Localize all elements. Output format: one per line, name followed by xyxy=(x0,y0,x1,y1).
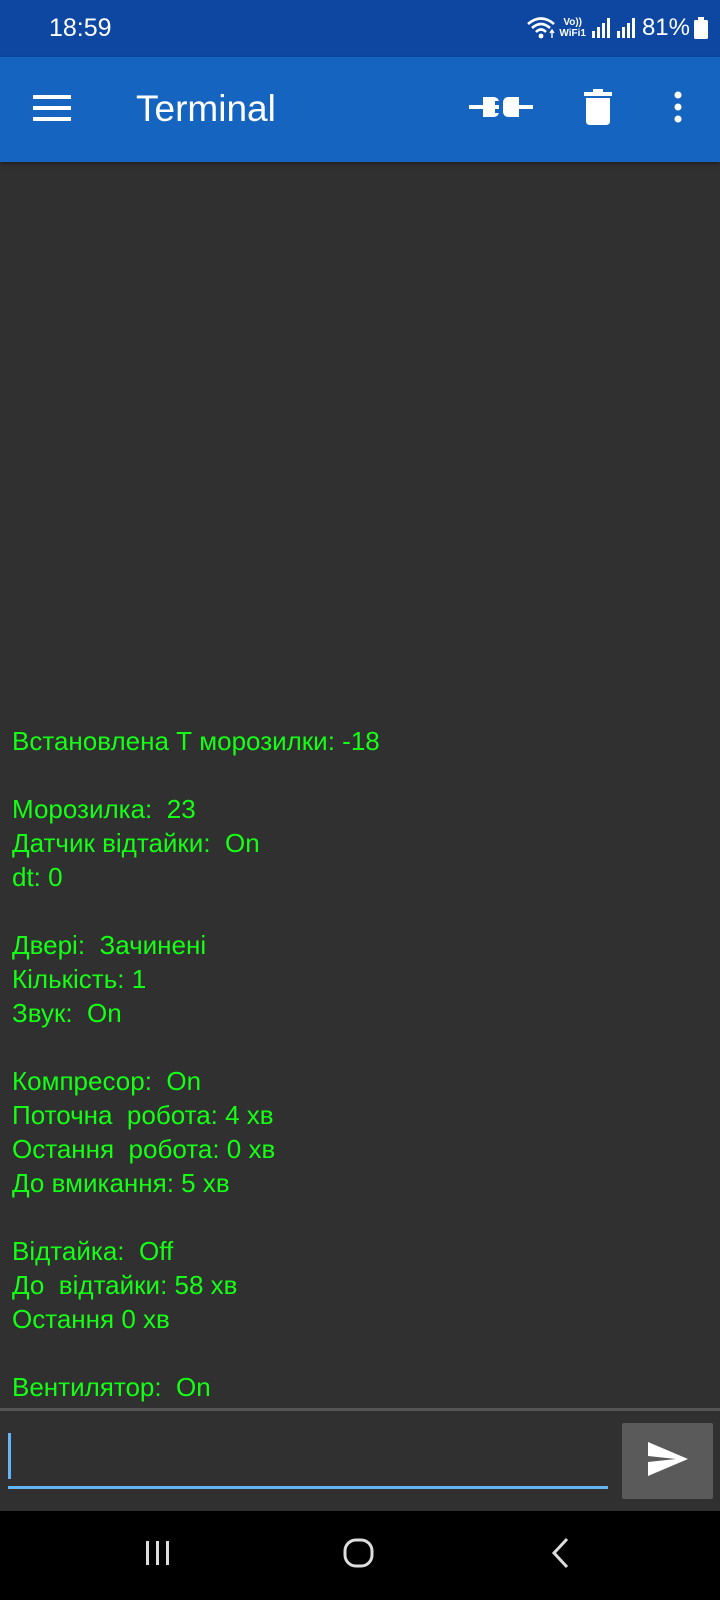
terminal-line: Відтайка: Off xyxy=(12,1236,174,1266)
app-bar: Terminal xyxy=(0,57,720,162)
battery-icon xyxy=(694,17,708,39)
overflow-menu-button[interactable] xyxy=(652,83,704,135)
system-nav-bar xyxy=(0,1511,720,1600)
back-button[interactable] xyxy=(533,1529,589,1581)
page-title: Terminal xyxy=(136,88,276,129)
terminal-line: Остання 0 хв xyxy=(12,1304,170,1334)
back-icon xyxy=(551,1537,571,1574)
send-icon xyxy=(646,1440,690,1483)
home-button[interactable] xyxy=(331,1529,387,1581)
terminal-line: До вмикання: 5 хв xyxy=(12,1168,230,1198)
terminal-output[interactable]: Встановлена Т морозилки: -18 Морозилка: 2… xyxy=(0,162,720,1408)
home-icon xyxy=(343,1537,375,1574)
status-bar: 18:59 Vo)) WiFi1 81% xyxy=(0,0,720,57)
status-time: 18:59 xyxy=(49,14,112,42)
menu-icon xyxy=(33,94,71,127)
terminal-line: Морозилка: 23 xyxy=(12,794,196,824)
trash-icon xyxy=(584,88,612,130)
terminal-line: Двері: Зачинені xyxy=(12,930,207,960)
wifi-icon xyxy=(526,15,556,41)
terminal-line: Остання робота: 0 хв xyxy=(12,1134,276,1164)
terminal-line: Встановлена Т морозилки: -18 xyxy=(12,726,380,756)
terminal-line: Компресор: On xyxy=(12,1066,202,1096)
terminal-line: Вентилятор: On xyxy=(12,1372,211,1402)
battery-percent: 81% xyxy=(641,14,690,41)
signal-icon xyxy=(591,17,611,39)
vowifi-icon: Vo)) WiFi1 xyxy=(559,17,586,39)
send-text-input[interactable] xyxy=(8,1423,608,1489)
terminal-line: Поточна робота: 4 хв xyxy=(12,1100,274,1130)
terminal-line: Звук: On xyxy=(12,998,122,1028)
terminal-line: dt: 0 xyxy=(12,862,63,892)
signal-icon xyxy=(616,17,636,39)
connect-button[interactable] xyxy=(465,83,537,135)
input-area xyxy=(0,1411,720,1511)
send-button[interactable] xyxy=(622,1423,713,1499)
text-cursor xyxy=(8,1433,11,1479)
terminal-line: Кількість: 1 xyxy=(12,964,147,994)
terminal-line: До відтайки: 58 хв xyxy=(12,1270,238,1300)
terminal-text: Встановлена Т морозилки: -18 Морозилка: 2… xyxy=(12,724,380,1404)
more-vert-icon xyxy=(674,91,682,128)
terminal-line: Датчик відтайки: On xyxy=(12,828,260,858)
status-icons: Vo)) WiFi1 81% xyxy=(526,10,708,46)
recents-icon xyxy=(143,1539,173,1572)
clear-terminal-button[interactable] xyxy=(572,83,624,135)
connect-plug-icon xyxy=(469,89,533,130)
menu-button[interactable] xyxy=(26,84,78,136)
recents-button[interactable] xyxy=(130,1529,186,1581)
